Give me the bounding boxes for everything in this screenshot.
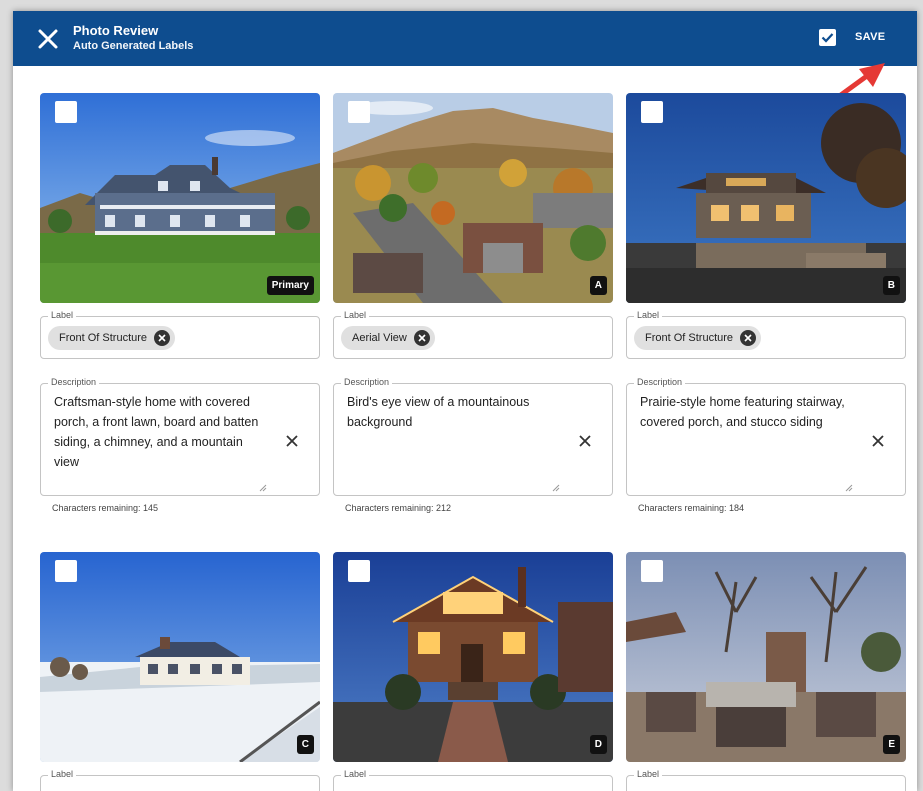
label-legend: Label (48, 310, 77, 320)
description-text[interactable]: Bird's eye view of a mountainous backgro… (347, 392, 562, 432)
photo-badge: D (589, 735, 607, 754)
photo-badge: A (589, 276, 607, 295)
clear-icon[interactable] (578, 434, 592, 448)
photo-badge: Primary (266, 276, 314, 295)
photo[interactable]: B (626, 93, 906, 303)
clear-icon[interactable] (285, 434, 299, 448)
header-bar: Photo Review Auto Generated Labels SAVE (13, 11, 917, 66)
save-button[interactable]: SAVE (855, 31, 885, 43)
label-legend: Label (48, 769, 77, 779)
resize-grip-icon[interactable] (259, 479, 267, 492)
label-legend: Label (341, 310, 370, 320)
photo-select-checkbox[interactable] (641, 101, 663, 123)
dialog-title: Photo Review (73, 23, 159, 38)
label-field: Label Front Of Structure (626, 310, 906, 359)
label-chip-text: Front Of Structure (59, 332, 148, 344)
photo-review-dialog: Photo Review Auto Generated Labels SAVE (13, 11, 917, 791)
dialog-subtitle: Auto Generated Labels (73, 40, 194, 52)
photo[interactable]: A (333, 93, 613, 303)
label-chip[interactable]: Front Of Structure (48, 326, 176, 350)
photo-image (40, 93, 320, 303)
photo[interactable]: Primary (40, 93, 320, 303)
photo-select-checkbox[interactable] (55, 560, 77, 582)
label-field: Label Aerial View (333, 310, 613, 359)
label-chip[interactable]: Front Of Structure (634, 326, 762, 350)
characters-remaining: Characters remaining: 212 (345, 503, 452, 513)
label-chip[interactable]: Aerial View (341, 326, 435, 350)
description-legend: Description (634, 377, 686, 387)
label-legend: Label (634, 769, 663, 779)
photo-select-checkbox[interactable] (641, 560, 663, 582)
photo-image (333, 93, 613, 303)
photo-image (626, 93, 906, 303)
photo[interactable]: C (40, 552, 320, 762)
photo-select-checkbox[interactable] (348, 560, 370, 582)
label-chip-text: Aerial View (352, 332, 407, 344)
label-field: Label (333, 769, 613, 791)
photo-badge: B (882, 276, 900, 295)
photo[interactable]: D (333, 552, 613, 762)
close-icon[interactable] (36, 27, 60, 51)
photo-badge: C (296, 735, 314, 754)
label-field: Label (626, 769, 906, 791)
photo[interactable]: E (626, 552, 906, 762)
photo-image (626, 552, 906, 762)
label-legend: Label (634, 310, 663, 320)
description-legend: Description (341, 377, 393, 387)
cancel-circle-icon[interactable] (740, 330, 757, 346)
label-legend: Label (341, 769, 370, 779)
description-field[interactable]: Description Prairie-style home featuring… (626, 377, 906, 496)
description-text[interactable]: Prairie-style home featuring stairway, c… (640, 392, 855, 432)
cancel-circle-icon[interactable] (154, 330, 171, 346)
description-text[interactable]: Craftsman-style home with covered porch,… (54, 392, 269, 472)
label-chip-text: Front Of Structure (645, 332, 734, 344)
description-field[interactable]: Description Bird's eye view of a mountai… (333, 377, 613, 496)
label-field: Label (40, 769, 320, 791)
description-field[interactable]: Description Craftsman-style home with co… (40, 377, 320, 496)
photo-image (333, 552, 613, 762)
characters-remaining: Characters remaining: 145 (52, 503, 159, 513)
description-legend: Description (48, 377, 100, 387)
resize-grip-icon[interactable] (845, 479, 853, 492)
cancel-circle-icon[interactable] (413, 330, 430, 346)
characters-remaining: Characters remaining: 184 (638, 503, 745, 513)
label-field: Label Front Of Structure (40, 310, 320, 359)
photo-badge: E (883, 735, 900, 754)
photo-select-checkbox[interactable] (348, 101, 370, 123)
checkbox-checked-icon[interactable] (819, 29, 836, 46)
clear-icon[interactable] (871, 434, 885, 448)
photo-select-checkbox[interactable] (55, 101, 77, 123)
resize-grip-icon[interactable] (552, 479, 560, 492)
photo-image (40, 552, 320, 762)
